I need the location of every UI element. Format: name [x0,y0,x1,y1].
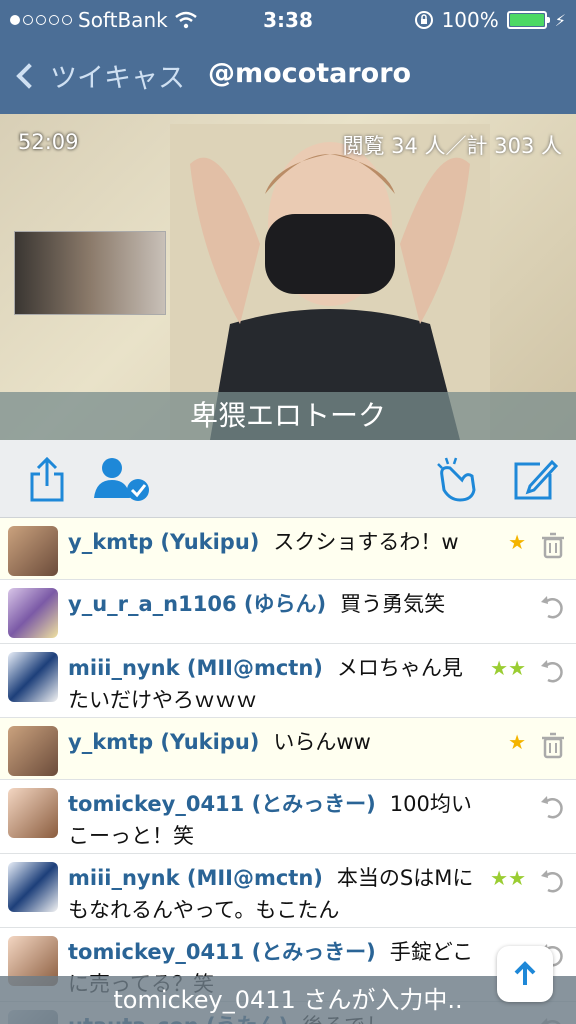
comment-message: スクショするわ！w [273,530,459,554]
comment-list[interactable]: y_kmtp (Yukipu) スクショするわ！w ★ y_u_r_a_n1106 (… [0,518,576,1024]
follow-icon[interactable] [94,454,152,504]
share-icon[interactable] [22,454,72,504]
comment-username[interactable]: y_kmtp (Yukipu) [68,730,259,754]
star-badge-icon: ★ [508,530,526,554]
avatar[interactable] [8,726,58,776]
reply-icon[interactable] [538,866,568,896]
rotation-lock-icon [414,11,433,29]
compose-icon[interactable] [510,454,560,504]
navigation-bar: ツイキャス @mocotaroro [0,38,576,114]
live-video[interactable]: 52:09 閲覧 34 人／計 303 人 卑猥エロトーク [0,114,576,440]
avatar[interactable] [8,862,58,912]
comment-username[interactable]: y_kmtp (Yukipu) [68,530,259,554]
chevron-left-icon [16,62,42,89]
charging-icon: ⚡ [554,10,566,30]
action-toolbar [0,440,576,518]
avatar[interactable] [8,526,58,576]
comment-username[interactable]: tomickey_0411 (とみっきー) [68,792,376,816]
comment-text: miii_nynk (MII@mctn) メロちゃん見たいだけやろｗｗｗ [68,652,480,716]
comment-text: y_kmtp (Yukipu) いらんww [68,726,480,758]
comment-message: いらんww [273,730,371,754]
reply-icon[interactable] [538,792,568,822]
trash-icon[interactable] [538,530,568,560]
comment-row[interactable]: miii_nynk (MII@mctn) メロちゃん見たいだけやろｗｗｗ ★★ [0,644,576,718]
comment-row[interactable]: y_kmtp (Yukipu) いらんww ★ [0,718,576,780]
comment-text: y_kmtp (Yukipu) スクショするわ！w [68,526,480,558]
comment-text: y_u_r_a_n1106 (ゆらん) 買う勇気笑 [68,588,480,620]
comment-row[interactable]: y_u_r_a_n1106 (ゆらん) 買う勇気笑 [0,580,576,644]
viewer-count: 閲覧 34 人／計 303 人 [342,134,562,158]
trash-icon[interactable] [538,730,568,760]
reply-icon[interactable] [538,656,568,686]
comment-text: miii_nynk (MII@mctn) 本当のSはMにもなれるんやって。もこたん [68,862,480,926]
comment-message: 買う勇気笑 [340,592,446,616]
picture-in-picture-thumbnail[interactable] [14,231,166,315]
typing-indicator: tomickey_0411 さんが入力中.. [0,976,576,1024]
comment-row[interactable]: miii_nynk (MII@mctn) 本当のSはMにもなれるんやって。もこたん… [0,854,576,928]
scroll-to-top-button[interactable] [497,946,553,1002]
status-right: 100% ⚡ [414,8,566,32]
arrow-up-icon [514,961,536,985]
star-badge-icon: ★ [508,730,526,754]
comment-username[interactable]: tomickey_0411 (とみっきー) [68,940,376,964]
avatar[interactable] [8,788,58,838]
comment-text: tomickey_0411 (とみっきー) 100均いこーっと！笑 [68,788,480,852]
back-button[interactable]: ツイキャス [14,56,185,95]
battery-percent: 100% [441,8,499,32]
avatar[interactable] [8,652,58,702]
status-bar: SoftBank 3:38 100% ⚡ [0,0,576,38]
star-badge-icon: ★★ [490,656,526,680]
comment-row[interactable]: tomickey_0411 (とみっきー) 100均いこーっと！笑 [0,780,576,854]
comment-username[interactable]: miii_nynk (MII@mctn) [68,866,323,890]
broadcast-title: 卑猥エロトーク [0,392,576,440]
clap-icon[interactable] [432,454,484,504]
comment-row[interactable]: y_kmtp (Yukipu) スクショするわ！w ★ [0,518,576,580]
page-title: @mocotaroro [208,58,412,89]
avatar[interactable] [8,588,58,638]
broadcast-timer: 52:09 [18,130,79,154]
back-label: ツイキャス [50,63,185,94]
reply-icon[interactable] [538,592,568,622]
star-badge-icon: ★★ [490,866,526,890]
battery-icon [506,11,550,29]
comment-username[interactable]: miii_nynk (MII@mctn) [68,656,323,680]
comment-username[interactable]: y_u_r_a_n1106 (ゆらん) [68,592,326,616]
